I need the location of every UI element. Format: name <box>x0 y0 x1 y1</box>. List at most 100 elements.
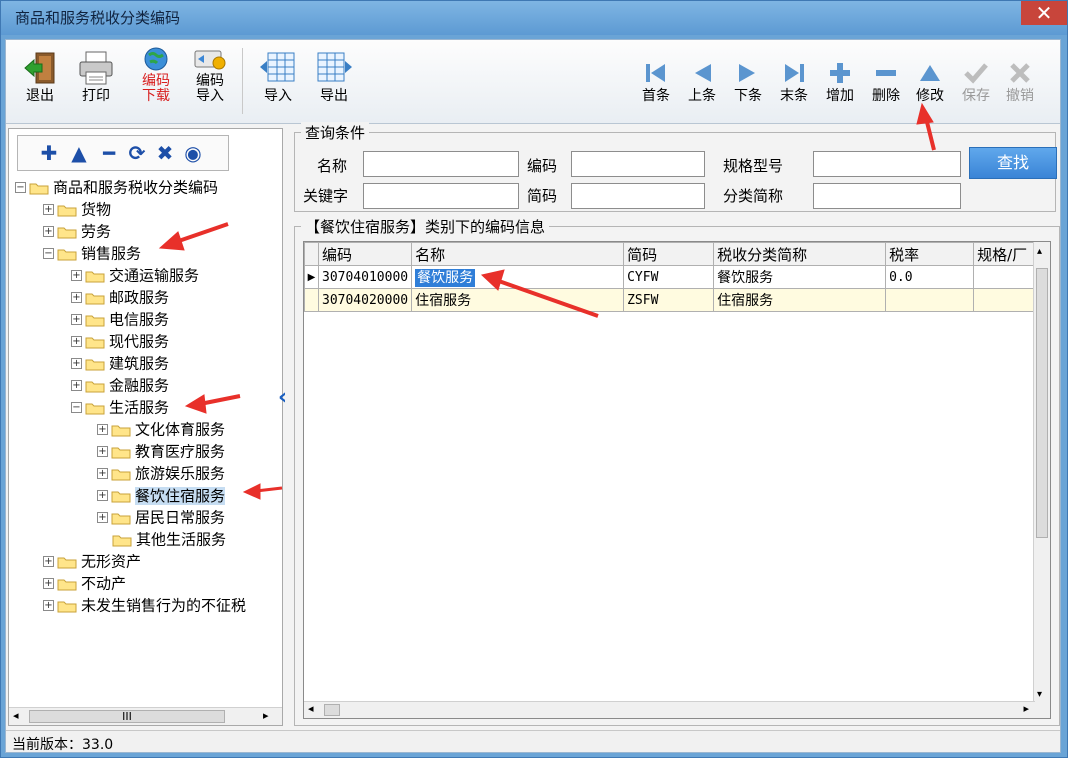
expand-icon[interactable]: + <box>97 424 108 435</box>
expand-icon[interactable]: + <box>71 380 82 391</box>
expand-icon[interactable]: + <box>43 226 54 237</box>
column-header-code[interactable]: 编码 <box>317 242 413 266</box>
code-input[interactable] <box>571 151 705 177</box>
expand-icon[interactable]: + <box>43 600 54 611</box>
cell-short-code[interactable]: CYFW <box>623 265 715 289</box>
scroll-left-icon[interactable]: ◂ <box>13 709 19 722</box>
expand-icon[interactable]: + <box>97 490 108 501</box>
tree-node-postal[interactable]: + 邮政服务 <box>71 287 169 307</box>
grid-hscroll-thumb[interactable] <box>324 704 340 716</box>
tree-node-sales-services[interactable]: − 销售服务 <box>43 243 141 263</box>
tree-add-icon[interactable]: ✚ <box>38 142 60 164</box>
tree-node-culture[interactable]: + 文化体育服务 <box>97 419 225 439</box>
column-header-spec[interactable]: 规格/厂 <box>973 242 1041 266</box>
cell-spec[interactable] <box>973 288 1041 312</box>
name-input[interactable] <box>363 151 519 177</box>
expand-icon[interactable]: + <box>71 270 82 281</box>
tree-node-no-sale[interactable]: + 未发生销售行为的不征税 <box>43 595 246 615</box>
column-header-tax-rate[interactable]: 税率 <box>885 242 975 266</box>
tree-node-life[interactable]: − 生活服务 <box>71 397 169 417</box>
code-download-button[interactable]: 编码 下载 <box>134 46 178 104</box>
expand-icon[interactable]: + <box>71 314 82 325</box>
tree-node-goods[interactable]: + 货物 <box>43 199 111 219</box>
export-button[interactable]: 导出 <box>312 50 356 104</box>
collapse-icon[interactable]: − <box>43 248 54 259</box>
cell-tax-rate[interactable] <box>885 288 975 312</box>
cancel-record-button[interactable]: 撤销 <box>1000 60 1040 104</box>
expand-icon[interactable]: + <box>97 446 108 457</box>
import-button[interactable]: 导入 <box>256 50 300 104</box>
column-header-name[interactable]: 名称 <box>411 242 625 266</box>
tree-remove-icon[interactable]: ━ <box>98 142 120 164</box>
scroll-left-icon[interactable]: ◂ <box>308 702 314 715</box>
cell-tax-rate[interactable]: 0.0 <box>885 265 975 289</box>
tree-node-education[interactable]: + 教育医疗服务 <box>97 441 225 461</box>
modify-record-button[interactable]: 修改 <box>910 60 950 104</box>
scroll-right-icon[interactable]: ▸ <box>263 709 269 722</box>
tree-expand-icon[interactable]: ✖ <box>154 142 176 164</box>
cell-short-code[interactable]: ZSFW <box>623 288 715 312</box>
tree-horizontal-scrollbar[interactable]: ◂ III ▸ <box>9 707 282 725</box>
grid-vertical-scrollbar[interactable]: ▴ ▾ <box>1033 242 1050 718</box>
cell-tax-category[interactable]: 住宿服务 <box>713 288 887 312</box>
expand-icon[interactable]: + <box>71 358 82 369</box>
delete-record-button[interactable]: 删除 <box>866 60 906 104</box>
spec-input[interactable] <box>813 151 961 177</box>
code-import-button[interactable]: 编码 导入 <box>188 46 232 104</box>
short-code-input[interactable] <box>571 183 705 209</box>
table-row[interactable]: ▶ 30704010000 餐饮服务 CYFW 餐饮服务 0.0 <box>304 265 1041 289</box>
first-record-button[interactable]: 首条 <box>636 60 676 104</box>
expand-icon[interactable]: + <box>43 204 54 215</box>
tree-node-labor[interactable]: + 劳务 <box>43 221 111 241</box>
cell-tax-category[interactable]: 餐饮服务 <box>713 265 887 289</box>
scroll-up-icon[interactable]: ▴ <box>1037 246 1042 257</box>
cell-name[interactable]: 住宿服务 <box>411 288 625 312</box>
cell-spec[interactable] <box>973 265 1041 289</box>
cell-name[interactable]: 餐饮服务 <box>411 265 625 289</box>
last-record-button[interactable]: 末条 <box>774 60 814 104</box>
tree-node-other-life[interactable]: 其他生活服务 <box>112 529 226 549</box>
category-short-input[interactable] <box>813 183 961 209</box>
expand-icon[interactable]: + <box>97 512 108 523</box>
tree-node-travel[interactable]: + 旅游娱乐服务 <box>97 463 225 483</box>
column-header-short-code[interactable]: 简码 <box>623 242 715 266</box>
scroll-down-icon[interactable]: ▾ <box>1037 689 1042 700</box>
tree-up-icon[interactable]: ▲ <box>68 142 90 164</box>
search-button[interactable]: 查找 <box>969 147 1057 179</box>
add-record-button[interactable]: 增加 <box>820 60 860 104</box>
tree-scroll-thumb[interactable]: III <box>29 710 225 723</box>
table-row[interactable]: 30704020000 住宿服务 ZSFW 住宿服务 <box>304 288 1041 312</box>
tree-node-resident[interactable]: + 居民日常服务 <box>97 507 225 527</box>
tree-node-modern[interactable]: + 现代服务 <box>71 331 169 351</box>
scroll-right-icon[interactable]: ▸ <box>1023 702 1029 715</box>
expand-icon[interactable]: + <box>43 556 54 567</box>
expand-icon[interactable]: + <box>43 578 54 589</box>
cell-code[interactable]: 30704010000 <box>317 265 413 289</box>
grid-horizontal-scrollbar[interactable]: ◂ ▸ <box>304 701 1035 718</box>
print-button[interactable]: 打印 <box>76 50 116 104</box>
cell-code[interactable]: 30704020000 <box>317 288 413 312</box>
expand-icon[interactable]: + <box>97 468 108 479</box>
tree-node-realestate[interactable]: + 不动产 <box>43 573 126 593</box>
tree-node-intangible[interactable]: + 无形资产 <box>43 551 141 571</box>
tree-settings-icon[interactable]: ◉ <box>182 142 204 164</box>
tree-refresh-icon[interactable]: ⟳ <box>126 142 148 164</box>
tree-node-finance[interactable]: + 金融服务 <box>71 375 169 395</box>
keyword-input[interactable] <box>363 183 519 209</box>
expand-icon[interactable]: + <box>71 292 82 303</box>
collapse-icon[interactable]: − <box>15 182 26 193</box>
column-header-tax-category[interactable]: 税收分类简称 <box>713 242 887 266</box>
collapse-panel-icon[interactable]: ‹ <box>278 385 287 410</box>
collapse-icon[interactable]: − <box>71 402 82 413</box>
close-button[interactable]: ✕ <box>1021 1 1067 25</box>
tree-node-catering[interactable]: + 餐饮住宿服务 <box>97 485 226 505</box>
grid-vscroll-thumb[interactable] <box>1036 268 1048 538</box>
next-record-button[interactable]: 下条 <box>728 60 768 104</box>
tree-node-telecom[interactable]: + 电信服务 <box>71 309 169 329</box>
tree-node-root[interactable]: − 商品和服务税收分类编码 <box>15 177 218 197</box>
expand-icon[interactable]: + <box>71 336 82 347</box>
prev-record-button[interactable]: 上条 <box>682 60 722 104</box>
save-record-button[interactable]: 保存 <box>956 60 996 104</box>
tree-node-transport[interactable]: + 交通运输服务 <box>71 265 199 285</box>
exit-button[interactable]: 退出 <box>20 50 60 104</box>
